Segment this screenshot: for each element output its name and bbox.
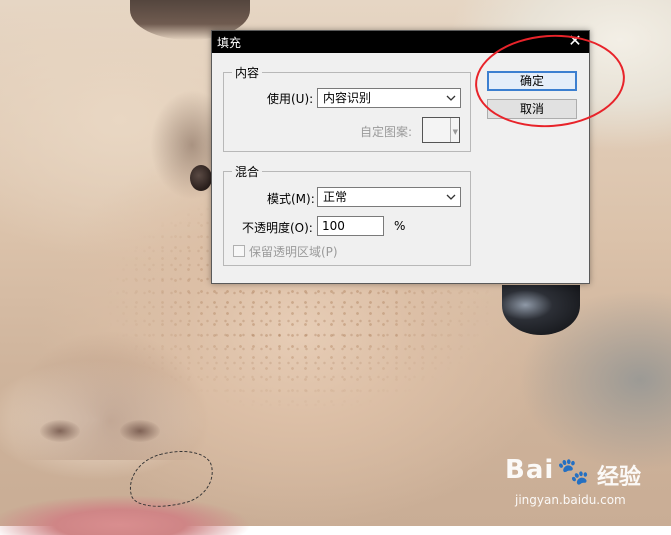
baidu-jingyan-watermark: Bai 🐾 经验 jingyan.baidu.com — [505, 455, 665, 515]
paw-icon: 🐾 — [557, 457, 590, 487]
chevron-down-icon: ▼ — [452, 128, 458, 136]
blend-group-label: 混合 — [232, 163, 263, 180]
watermark-url: jingyan.baidu.com — [515, 493, 626, 507]
chevron-down-icon — [446, 194, 456, 200]
watermark-brand: Bai — [505, 455, 555, 485]
content-group-label: 内容 — [232, 64, 263, 81]
nostril-right — [120, 420, 160, 442]
use-label: 使用(U): — [267, 92, 314, 106]
opacity-input[interactable]: 100 — [317, 216, 384, 236]
nose-shadow — [10, 330, 210, 460]
custom-pattern-picker: ▼ — [422, 117, 460, 143]
preserve-transparency-checkbox[interactable] — [233, 245, 245, 257]
opacity-label: 不透明度(O): — [242, 221, 313, 235]
opacity-value: 100 — [322, 219, 345, 233]
chevron-down-icon — [446, 95, 456, 101]
lips — [0, 495, 250, 535]
mode-label: 模式(M): — [267, 192, 315, 206]
pattern-picker-divider — [450, 118, 451, 142]
opacity-unit: % — [394, 219, 406, 233]
eye — [190, 165, 212, 191]
use-select[interactable]: 内容识别 — [317, 88, 461, 108]
preserve-transparency-label: 保留透明区域(P) — [249, 245, 338, 259]
dialog-title: 填充 — [217, 36, 242, 50]
mode-select-value: 正常 — [323, 190, 348, 204]
blend-group: 混合 模式(M): 正常 不透明度(O): 100 % 保留透明区域(P) — [223, 163, 471, 266]
watermark-brand-suffix: 经验 — [597, 465, 642, 490]
content-group: 内容 使用(U): 内容识别 自定图案: ▼ — [223, 64, 471, 152]
mode-select[interactable]: 正常 — [317, 187, 461, 207]
nostril-left — [40, 420, 80, 442]
use-select-value: 内容识别 — [323, 91, 372, 105]
custom-pattern-label: 自定图案: — [360, 125, 413, 139]
